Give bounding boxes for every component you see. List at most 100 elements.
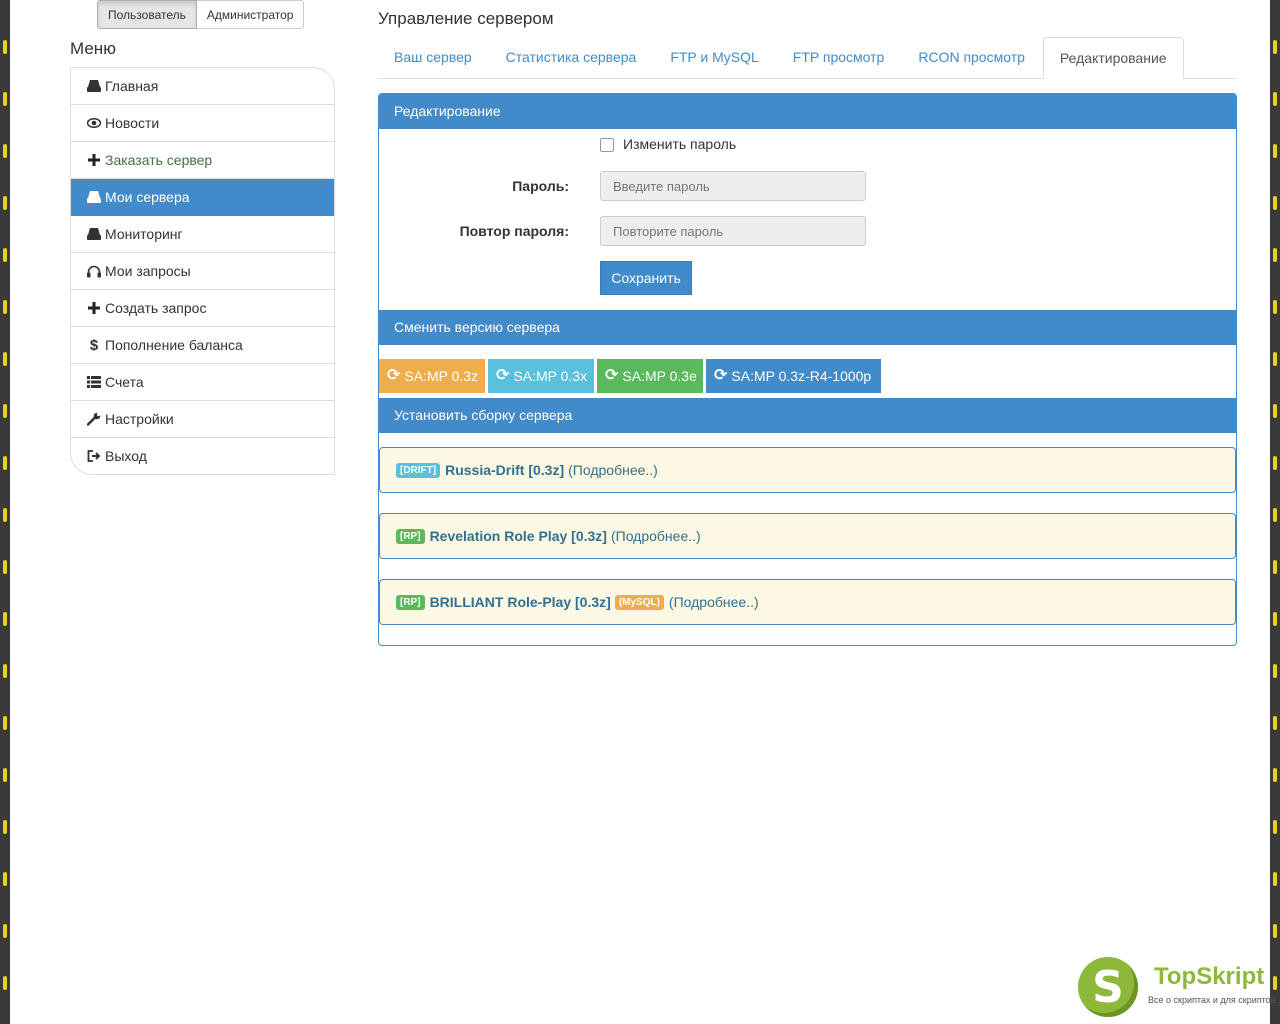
edge-dash	[3, 508, 7, 522]
sidebar-item-top-up-balance[interactable]: $ Пополнение баланса	[71, 327, 334, 364]
version-button-03x[interactable]: ⟳ SA:MP 0.3x	[488, 359, 594, 393]
sidebar-menu: Главная Новости Заказать сервер Мои серв…	[70, 67, 335, 475]
sidebar-item-label: Мои сервера	[105, 189, 190, 205]
build-details-link[interactable]: (Подробнее..)	[669, 594, 759, 610]
version-button-03z-r4[interactable]: ⟳ SA:MP 0.3z-R4-1000p	[706, 359, 881, 393]
edge-dash	[1273, 456, 1277, 470]
sidebar-item-settings[interactable]: Настройки	[71, 401, 334, 438]
build-item-brilliant-rp[interactable]: [RP] BRILLIANT Role-Play [0.3z] (MySQL) …	[379, 579, 1236, 625]
version-button-03e[interactable]: ⟳ SA:MP 0.3e	[597, 359, 703, 393]
change-password-checkbox[interactable]	[600, 138, 614, 152]
sidebar-item-label: Создать запрос	[105, 300, 207, 316]
edge-dash	[1273, 144, 1277, 158]
sidebar-item-label: Главная	[105, 78, 159, 94]
edge-dash	[3, 248, 7, 262]
hdd-icon	[86, 80, 102, 92]
version-panel-header: Сменить версию сервера	[379, 310, 1236, 345]
mysql-badge: (MySQL)	[614, 594, 664, 610]
builds-panel-header: Установить сборку сервера	[379, 398, 1236, 433]
edge-dash	[1273, 404, 1277, 418]
edge-dash	[1273, 664, 1277, 678]
edge-dash	[3, 664, 7, 678]
list-icon	[86, 376, 102, 388]
edge-dash	[1273, 40, 1277, 54]
change-password-label: Изменить пароль	[623, 136, 737, 152]
edge-dash	[3, 92, 7, 106]
sidebar-item-monitoring[interactable]: Мониторинг	[71, 216, 334, 253]
edge-dash	[1273, 924, 1277, 938]
user-role-button[interactable]: Пользователь	[97, 0, 197, 29]
version-button-label: SA:MP 0.3e	[622, 368, 697, 384]
logo-s-icon: S	[1078, 957, 1138, 1017]
edge-dash	[1273, 976, 1277, 990]
sidebar-item-invoices[interactable]: Счета	[71, 364, 334, 401]
build-name: Revelation Role Play [0.3z]	[429, 528, 607, 544]
tab-rcon-view[interactable]: RCON просмотр	[902, 37, 1041, 78]
edge-dash	[1273, 196, 1277, 210]
sidebar-item-label: Выход	[105, 448, 147, 464]
edge-dash	[1273, 352, 1277, 366]
sidebar-item-order-server[interactable]: Заказать сервер	[71, 142, 334, 179]
edge-dash	[1273, 248, 1277, 262]
logo-name: TopSkript	[1154, 963, 1265, 990]
edge-dash	[1273, 508, 1277, 522]
sidebar-item-news[interactable]: Новости	[71, 105, 334, 142]
dollar-icon: $	[89, 336, 99, 354]
edge-dash	[1273, 92, 1277, 106]
sidebar-item-label: Настройки	[105, 411, 174, 427]
edit-panel-header: Редактирование	[379, 94, 1236, 129]
edge-dash	[3, 976, 7, 990]
tab-your-server[interactable]: Ваш сервер	[378, 37, 488, 78]
version-button-label: SA:MP 0.3z	[404, 368, 479, 384]
eye-icon	[86, 118, 102, 128]
version-button-label: SA:MP 0.3z-R4-1000p	[731, 368, 872, 384]
password-label: Пароль:	[512, 178, 569, 194]
build-details-link[interactable]: (Подробнее..)	[611, 528, 701, 544]
edge-dash	[3, 820, 7, 834]
logout-icon	[86, 450, 102, 462]
topskript-watermark: S TopSkript Все о скриптах и для скрипто…	[1078, 957, 1280, 1019]
sidebar-item-label: Заказать сервер	[105, 152, 213, 168]
headphones-icon	[86, 265, 102, 278]
version-button-label: SA:MP 0.3x	[513, 368, 588, 384]
edge-dash	[1273, 820, 1277, 834]
tab-ftp-mysql[interactable]: FTP и MySQL	[654, 37, 774, 78]
build-tag-badge: [RP]	[396, 594, 425, 610]
plus-icon	[86, 154, 102, 166]
build-item-revelation-rp[interactable]: [RP] Revelation Role Play [0.3z] (Подроб…	[379, 513, 1236, 559]
sidebar-item-home[interactable]: Главная	[71, 68, 334, 105]
tab-edit[interactable]: Редактирование	[1042, 37, 1184, 79]
tab-server-stats[interactable]: Статистика сервера	[490, 37, 653, 78]
build-details-link[interactable]: (Подробнее..)	[568, 462, 658, 478]
edge-dash	[1273, 872, 1277, 886]
build-item-russia-drift[interactable]: [DRIFT] Russia-Drift [0.3z] (Подробнее..…	[379, 447, 1236, 493]
password-input[interactable]	[600, 171, 866, 201]
version-button-03z[interactable]: ⟳ SA:MP 0.3z	[379, 359, 485, 393]
sidebar-item-create-request[interactable]: Создать запрос	[71, 290, 334, 327]
build-tag-badge: [RP]	[396, 528, 425, 544]
sidebar-item-label: Мои запросы	[105, 263, 191, 279]
edge-dash	[3, 352, 7, 366]
role-switch: Пользователь Администратор	[97, 0, 305, 29]
edge-dash	[3, 924, 7, 938]
sidebar-item-my-requests[interactable]: Мои запросы	[71, 253, 334, 290]
refresh-icon: ⟳	[496, 367, 510, 384]
build-name: Russia-Drift [0.3z]	[445, 462, 565, 478]
edge-dash	[3, 612, 7, 626]
edge-dash	[3, 404, 7, 418]
edge-dash	[1273, 768, 1277, 782]
hdd-icon	[86, 228, 102, 240]
edge-dash	[3, 456, 7, 470]
save-button[interactable]: Сохранить	[600, 261, 692, 295]
sidebar-item-logout[interactable]: Выход	[71, 438, 334, 474]
refresh-icon: ⟳	[387, 367, 401, 384]
admin-role-button[interactable]: Администратор	[196, 0, 305, 29]
edge-dash	[3, 560, 7, 574]
repeat-password-input[interactable]	[600, 216, 866, 246]
page-title: Управление сервером	[378, 9, 554, 28]
wrench-icon	[86, 412, 102, 426]
sidebar-item-my-servers[interactable]: Мои сервера	[71, 179, 334, 216]
server-tabs: Ваш сервер Статистика сервера FTP и MySQ…	[378, 37, 1237, 79]
left-border	[0, 0, 10, 1024]
tab-ftp-view[interactable]: FTP просмотр	[777, 37, 901, 78]
